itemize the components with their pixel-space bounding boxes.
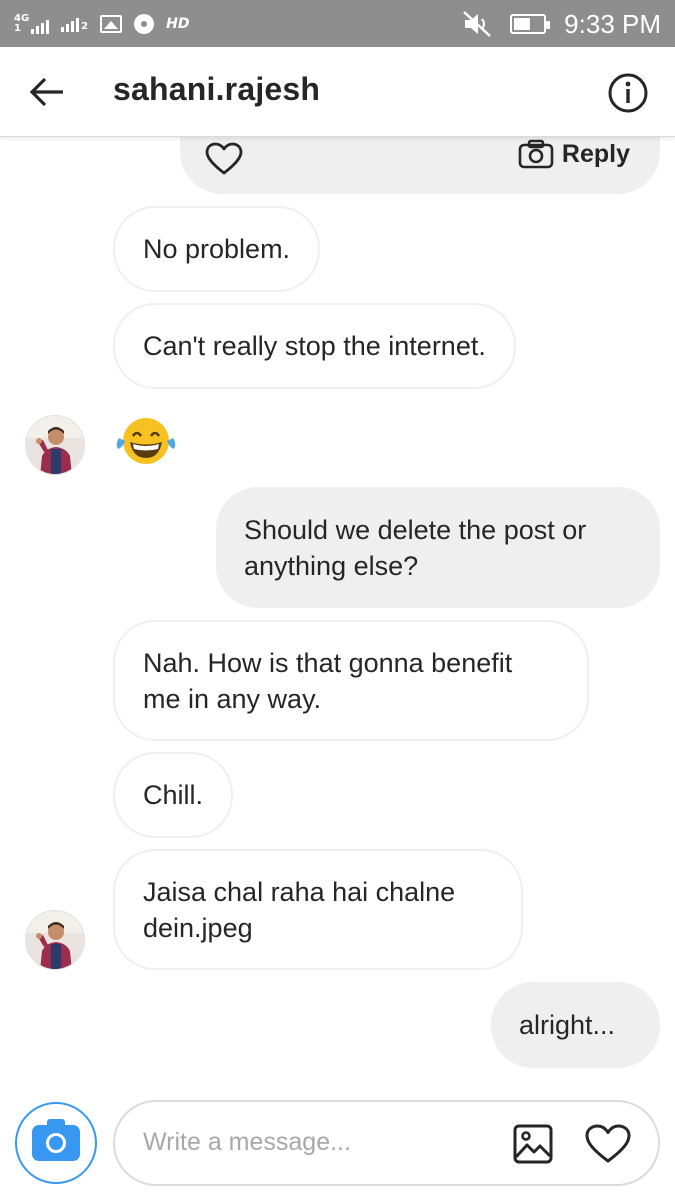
message-bubble-outgoing[interactable]: Should we delete the post or anything el…: [216, 487, 660, 608]
message-text-line: anything else?: [244, 550, 419, 581]
message-bubble-incoming[interactable]: Can't really stop the internet.: [113, 303, 516, 389]
clock: 9:33 PM: [564, 8, 661, 39]
message-input[interactable]: [143, 1122, 483, 1162]
hd-indicator: HD: [166, 16, 190, 32]
message-text: Can't really stop the internet.: [143, 331, 486, 361]
heart-outline-icon: [205, 142, 243, 175]
image-icon: [513, 1124, 553, 1164]
info-button[interactable]: [606, 71, 650, 115]
info-circle-icon: [608, 73, 648, 113]
message-bubble-outgoing[interactable]: alright...: [491, 982, 660, 1068]
face-with-tears-of-joy-emoji[interactable]: [113, 416, 179, 466]
user-photo: [26, 911, 84, 969]
like-button[interactable]: [583, 1122, 633, 1166]
conversation-title[interactable]: sahani.rajesh: [113, 71, 320, 108]
camera-icon: [32, 1119, 80, 1161]
back-button[interactable]: [24, 69, 70, 115]
reply-button[interactable]: Reply: [518, 139, 630, 169]
camera-outline-icon: [518, 139, 554, 169]
message-text-line: Jaisa chal raha hai chalne: [143, 876, 456, 907]
message-bubble-incoming[interactable]: Chill.: [113, 752, 234, 838]
message-thread[interactable]: Reply No problem. Can't really stop the …: [0, 137, 675, 1090]
message-text-line: Nah. How is that gonna benefit: [143, 647, 513, 678]
sync-notification-icon: [134, 14, 155, 34]
shared-post-card[interactable]: Reply: [180, 137, 660, 194]
heart-outline-icon: [585, 1124, 631, 1163]
message-composer: [0, 1090, 675, 1200]
chat-header: sahani.rajesh: [0, 47, 675, 137]
arrow-left-icon: [29, 77, 63, 107]
gallery-button[interactable]: [511, 1122, 555, 1166]
message-text-line: Should we delete the post or: [244, 514, 587, 545]
camera-button[interactable]: [15, 1102, 97, 1184]
avatar[interactable]: [25, 910, 85, 970]
signal-bars-icon: [31, 18, 50, 34]
message-text: alright...: [519, 1010, 616, 1040]
message-input-box[interactable]: [113, 1100, 660, 1186]
network-indicator: 4G 1: [14, 14, 50, 34]
sim1-label: 1: [14, 23, 21, 34]
message-text-line: dein.jpeg: [143, 912, 253, 943]
status-bar: 4G 1 2 HD 9:33 PM: [0, 0, 675, 47]
reply-label: Reply: [561, 139, 630, 168]
message-bubble-incoming[interactable]: Jaisa chal raha hai chalne dein.jpeg: [113, 849, 523, 970]
battery-icon: [510, 14, 551, 34]
message-text-line: me in any way.: [143, 683, 322, 714]
gallery-notification-icon: [100, 15, 123, 33]
signal-bars-2-icon: [61, 16, 80, 32]
mute-icon: [463, 11, 492, 37]
message-bubble-incoming[interactable]: No problem.: [113, 206, 321, 292]
like-shared-button[interactable]: [205, 142, 243, 180]
message-text: Chill.: [143, 780, 204, 810]
sim2-indicator: 2: [61, 16, 88, 32]
avatar[interactable]: [25, 415, 85, 475]
message-bubble-incoming[interactable]: Nah. How is that gonna benefit me in any…: [113, 620, 589, 741]
user-photo: [26, 416, 84, 474]
sim2-label: 2: [81, 21, 89, 32]
message-text: No problem.: [143, 234, 291, 264]
